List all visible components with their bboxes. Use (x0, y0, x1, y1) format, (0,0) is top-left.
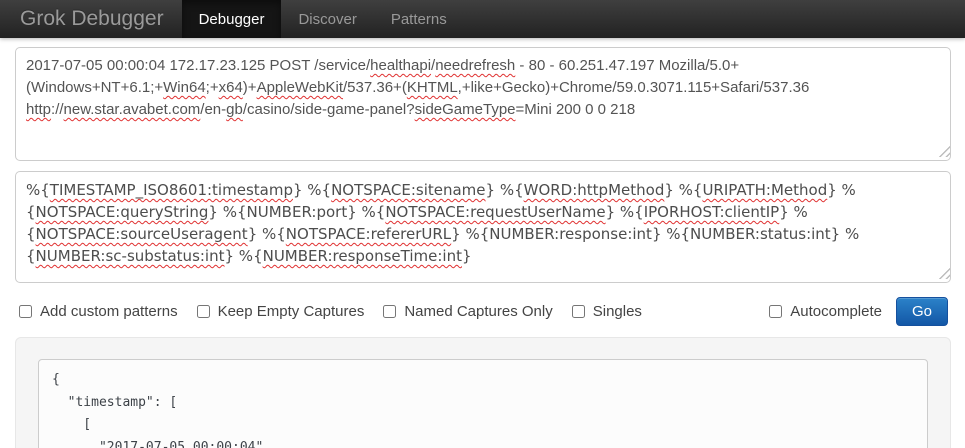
keep-empty-captures-label: Keep Empty Captures (218, 303, 365, 320)
named-captures-only-label: Named Captures Only (404, 303, 552, 320)
go-button[interactable]: Go (896, 297, 948, 326)
tab-patterns[interactable]: Patterns (374, 0, 464, 38)
tab-debugger[interactable]: Debugger (182, 0, 282, 38)
tab-discover[interactable]: Discover (281, 0, 373, 38)
app-brand[interactable]: Grok Debugger (0, 0, 182, 38)
option-autocomplete[interactable]: Autocomplete (769, 303, 882, 320)
singles-checkbox[interactable] (572, 305, 585, 318)
option-add-custom-patterns[interactable]: Add custom patterns (19, 303, 178, 320)
autocomplete-label: Autocomplete (790, 303, 882, 320)
result-json: { "timestamp": [ [ "2017-07-05 00:00:04" (38, 359, 928, 448)
nav-tabs: Debugger Discover Patterns (182, 0, 464, 38)
option-named-captures-only[interactable]: Named Captures Only (383, 303, 552, 320)
option-singles[interactable]: Singles (572, 303, 642, 320)
tab-patterns-label[interactable]: Patterns (374, 0, 464, 38)
log-input[interactable]: 2017-07-05 00:00:04 172.17.23.125 POST /… (15, 47, 951, 161)
tab-discover-label[interactable]: Discover (281, 0, 373, 38)
autocomplete-checkbox[interactable] (769, 305, 782, 318)
add-custom-patterns-label: Add custom patterns (40, 303, 178, 320)
options-row: Add custom patterns Keep Empty Captures … (19, 296, 948, 326)
tab-debugger-label[interactable]: Debugger (182, 0, 282, 38)
named-captures-only-checkbox[interactable] (383, 305, 396, 318)
result-panel: { "timestamp": [ [ "2017-07-05 00:00:04" (15, 337, 951, 448)
top-navbar: Grok Debugger Debugger Discover Patterns (0, 0, 965, 38)
singles-label: Singles (593, 303, 642, 320)
debugger-main: 2017-07-05 00:00:04 172.17.23.125 POST /… (0, 38, 965, 448)
keep-empty-captures-checkbox[interactable] (197, 305, 210, 318)
pattern-input[interactable]: %{TIMESTAMP_ISO8601:timestamp} %{NOTSPAC… (15, 171, 951, 283)
add-custom-patterns-checkbox[interactable] (19, 305, 32, 318)
grok-debugger-page: Grok Debugger Debugger Discover Patterns… (0, 0, 965, 448)
option-keep-empty-captures[interactable]: Keep Empty Captures (197, 303, 365, 320)
